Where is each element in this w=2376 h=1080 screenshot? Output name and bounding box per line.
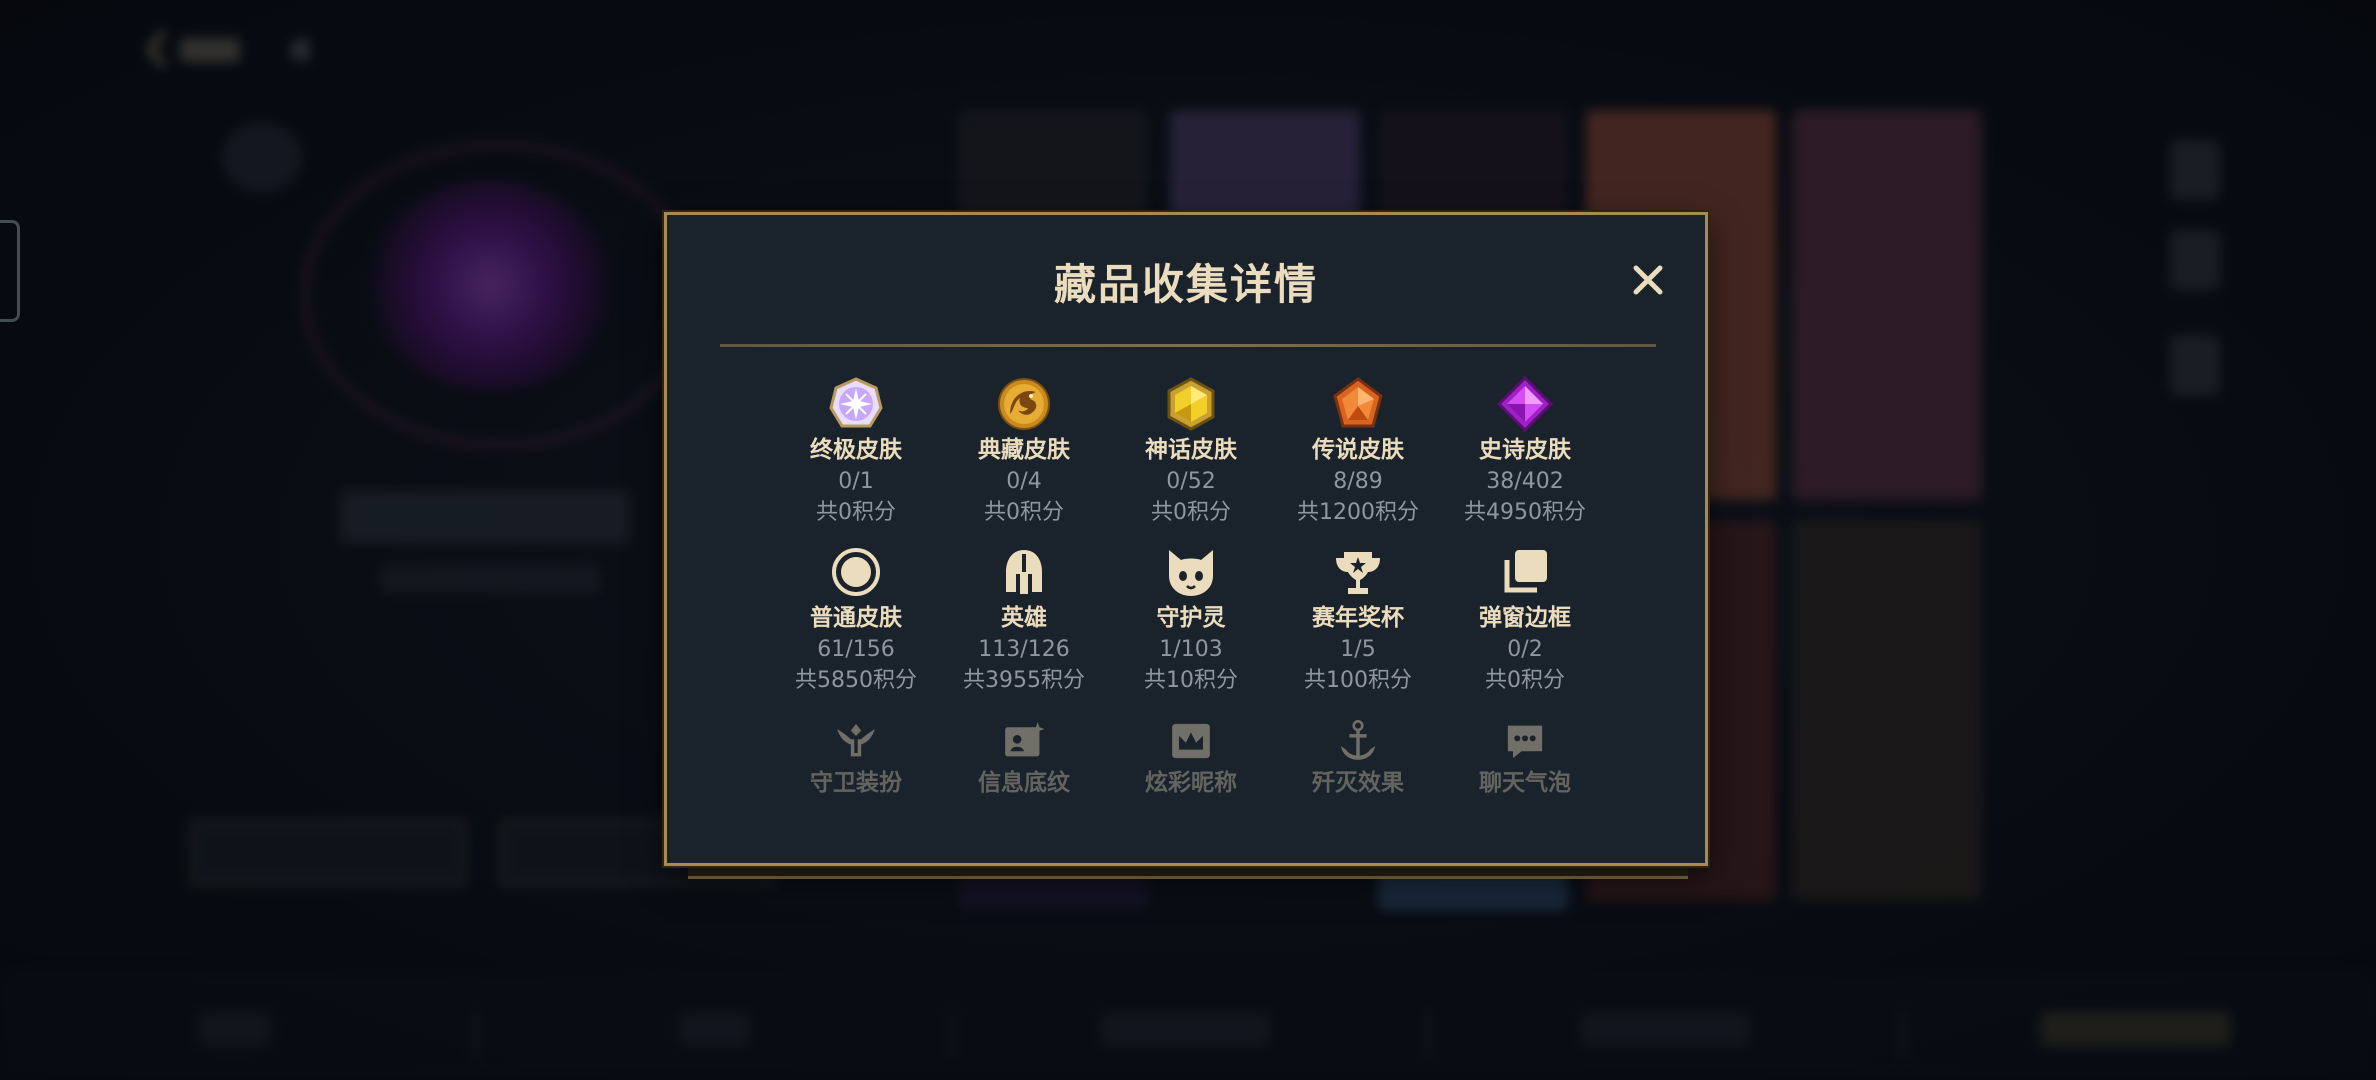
item-points: 共5850积分 — [795, 668, 917, 693]
legendary-skin-gem-icon — [1333, 377, 1383, 428]
item-name: 神话皮肤 — [1145, 437, 1237, 463]
item-name: 传说皮肤 — [1312, 437, 1404, 463]
collection-details-dialog: 藏品收集详情 终极皮肤 0/1 共0积分 典藏皮肤 0/4 共0积分 神话皮肤 … — [664, 212, 1708, 866]
item-name: 聊天气泡 — [1479, 770, 1571, 796]
item-points: 共100积分 — [1304, 668, 1412, 693]
collection-item-collection-skin[interactable]: 典藏皮肤 0/4 共0积分 — [940, 376, 1108, 528]
popup-frame-icon — [1504, 550, 1547, 593]
left-edge-tab[interactable] — [0, 220, 20, 322]
ultimate-skin-gem-icon — [829, 377, 883, 428]
item-count: 113/126 — [978, 637, 1070, 662]
collection-item-nickname[interactable]: 炫彩昵称 — [1107, 717, 1275, 799]
collection-item-guardian[interactable]: 守护灵 1/103 共10积分 — [1107, 544, 1275, 696]
collection-item-info-card[interactable]: 信息底纹 — [940, 717, 1108, 799]
item-name: 赛年奖杯 — [1312, 605, 1404, 631]
item-points: 共10积分 — [1144, 668, 1238, 693]
season-trophy-icon — [1336, 552, 1380, 594]
scroll-fade-mask — [670, 799, 1702, 863]
item-points: 共1200积分 — [1297, 500, 1419, 525]
collection-item-hero[interactable]: 英雄 113/126 共3955积分 — [940, 544, 1108, 696]
item-points: 共0积分 — [816, 500, 896, 525]
collection-item-legendary-skin[interactable]: 传说皮肤 8/89 共1200积分 — [1274, 376, 1442, 528]
chat-bubble-icon — [1507, 725, 1543, 759]
ward-skin-icon — [837, 723, 875, 757]
item-name: 典藏皮肤 — [978, 437, 1070, 463]
collection-item-ultimate-skin[interactable]: 终极皮肤 0/1 共0积分 — [772, 376, 940, 528]
collection-item-mythic-skin[interactable]: 神话皮肤 0/52 共0积分 — [1107, 376, 1275, 528]
item-name: 守护灵 — [1156, 605, 1226, 631]
guardian-spirit-icon — [1169, 550, 1213, 596]
collection-item-chat-bubble[interactable]: 聊天气泡 — [1441, 717, 1609, 799]
collection-item-ace-effect[interactable]: 歼灭效果 — [1274, 717, 1442, 799]
collection-grid: 终极皮肤 0/1 共0积分 典藏皮肤 0/4 共0积分 神话皮肤 0/52 共0… — [667, 215, 1705, 863]
item-count: 1/5 — [1340, 637, 1376, 662]
item-name: 信息底纹 — [978, 770, 1070, 796]
item-count: 0/2 — [1507, 637, 1543, 662]
collection-skin-dragon-icon — [998, 378, 1050, 430]
item-name: 英雄 — [1001, 605, 1047, 631]
info-card-icon — [1005, 722, 1045, 757]
colorful-nickname-icon — [1172, 723, 1210, 759]
hero-helmet-icon — [1006, 550, 1042, 594]
collection-item-popup-frame[interactable]: 弹窗边框 0/2 共0积分 — [1441, 544, 1609, 696]
item-name: 普通皮肤 — [810, 605, 902, 631]
normal-skin-circle-icon — [832, 548, 880, 596]
item-name: 弹窗边框 — [1479, 605, 1571, 631]
item-count: 0/52 — [1166, 469, 1216, 494]
item-count: 61/156 — [817, 637, 895, 662]
item-count: 0/4 — [1006, 469, 1042, 494]
item-points: 共3955积分 — [963, 668, 1085, 693]
item-count: 8/89 — [1333, 469, 1383, 494]
item-name: 歼灭效果 — [1312, 770, 1404, 796]
item-name: 炫彩昵称 — [1145, 770, 1237, 796]
item-points: 共0积分 — [1151, 500, 1231, 525]
item-points: 共4950积分 — [1464, 500, 1586, 525]
collection-item-normal-skin[interactable]: 普通皮肤 61/156 共5850积分 — [772, 544, 940, 696]
item-count: 0/1 — [838, 469, 874, 494]
ace-effect-icon — [1340, 720, 1376, 760]
item-count: 38/402 — [1486, 469, 1564, 494]
mythic-skin-gem-icon — [1167, 377, 1215, 431]
collection-item-season-trophy[interactable]: 赛年奖杯 1/5 共100积分 — [1274, 544, 1442, 696]
item-points: 共0积分 — [984, 500, 1064, 525]
item-name: 终极皮肤 — [810, 437, 902, 463]
item-name: 史诗皮肤 — [1479, 437, 1571, 463]
game-screen: 藏品收集详情 终极皮肤 0/1 共0积分 典藏皮肤 0/4 共0积分 神话皮肤 … — [0, 0, 2376, 1080]
item-count: 1/103 — [1159, 637, 1223, 662]
collection-item-ward-skin[interactable]: 守卫装扮 — [772, 717, 940, 799]
item-name: 守卫装扮 — [810, 770, 902, 796]
item-points: 共0积分 — [1485, 668, 1565, 693]
dialog-bottom-bar — [688, 866, 1688, 879]
collection-item-epic-skin[interactable]: 史诗皮肤 38/402 共4950积分 — [1441, 376, 1609, 528]
epic-skin-gem-icon — [1497, 376, 1553, 432]
